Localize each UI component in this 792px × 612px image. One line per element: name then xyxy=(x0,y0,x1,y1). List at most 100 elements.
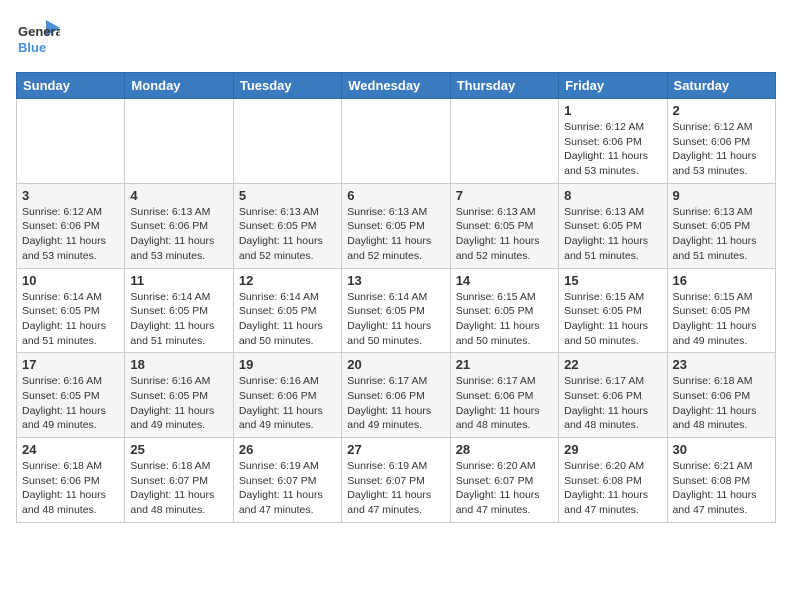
day-info: Sunrise: 6:12 AM Sunset: 6:06 PM Dayligh… xyxy=(564,120,661,179)
day-cell: 5 Sunrise: 6:13 AM Sunset: 6:05 PM Daylig… xyxy=(233,183,341,268)
day-number: 24 xyxy=(22,442,119,457)
day-info: Sunrise: 6:17 AM Sunset: 6:06 PM Dayligh… xyxy=(456,374,553,433)
day-cell: 1 Sunrise: 6:12 AM Sunset: 6:06 PM Daylig… xyxy=(559,99,667,184)
logo: GeneralBlue xyxy=(16,16,60,60)
day-cell: 14 Sunrise: 6:15 AM Sunset: 6:05 PM Dayli… xyxy=(450,268,558,353)
day-cell xyxy=(17,99,125,184)
day-cell: 13Sunrise: 6:14 AM Sunset: 6:05 PM Dayli… xyxy=(342,268,450,353)
day-info: Sunrise: 6:14 AM Sunset: 6:05 PM Dayligh… xyxy=(239,290,336,349)
day-cell: 20 Sunrise: 6:17 AM Sunset: 6:06 PM Dayli… xyxy=(342,353,450,438)
day-cell: 12 Sunrise: 6:14 AM Sunset: 6:05 PM Dayli… xyxy=(233,268,341,353)
day-cell: 26Sunrise: 6:19 AM Sunset: 6:07 PM Dayli… xyxy=(233,438,341,523)
day-info: Sunrise: 6:20 AM Sunset: 6:08 PM Dayligh… xyxy=(564,459,661,518)
day-info: Sunrise: 6:19 AM Sunset: 6:07 PM Dayligh… xyxy=(239,459,336,518)
logo-svg: GeneralBlue xyxy=(16,16,60,60)
day-cell: 15 Sunrise: 6:15 AM Sunset: 6:05 PM Dayli… xyxy=(559,268,667,353)
day-info: Sunrise: 6:20 AM Sunset: 6:07 PM Dayligh… xyxy=(456,459,553,518)
day-number: 15 xyxy=(564,273,661,288)
day-cell: 23 Sunrise: 6:18 AM Sunset: 6:06 PM Dayli… xyxy=(667,353,775,438)
day-number: 17 xyxy=(22,357,119,372)
day-cell: 6 Sunrise: 6:13 AM Sunset: 6:05 PM Daylig… xyxy=(342,183,450,268)
day-number: 20 xyxy=(347,357,444,372)
weekday-header-sunday: Sunday xyxy=(17,73,125,99)
day-number: 4 xyxy=(130,188,227,203)
day-cell: 28 Sunrise: 6:20 AM Sunset: 6:07 PM Dayli… xyxy=(450,438,558,523)
day-number: 9 xyxy=(673,188,770,203)
day-cell: 4 Sunrise: 6:13 AM Sunset: 6:06 PM Daylig… xyxy=(125,183,233,268)
day-number: 28 xyxy=(456,442,553,457)
day-info: Sunrise: 6:16 AM Sunset: 6:05 PM Dayligh… xyxy=(130,374,227,433)
day-cell: 19 Sunrise: 6:16 AM Sunset: 6:06 PM Dayli… xyxy=(233,353,341,438)
day-cell: 18 Sunrise: 6:16 AM Sunset: 6:05 PM Dayli… xyxy=(125,353,233,438)
day-cell xyxy=(342,99,450,184)
day-info: Sunrise: 6:13 AM Sunset: 6:05 PM Dayligh… xyxy=(239,205,336,264)
day-number: 14 xyxy=(456,273,553,288)
day-info: Sunrise: 6:18 AM Sunset: 6:07 PM Dayligh… xyxy=(130,459,227,518)
calendar-body: 1 Sunrise: 6:12 AM Sunset: 6:06 PM Daylig… xyxy=(17,99,776,523)
day-number: 23 xyxy=(673,357,770,372)
day-info: Sunrise: 6:13 AM Sunset: 6:05 PM Dayligh… xyxy=(564,205,661,264)
day-cell: 7 Sunrise: 6:13 AM Sunset: 6:05 PM Daylig… xyxy=(450,183,558,268)
day-info: Sunrise: 6:17 AM Sunset: 6:06 PM Dayligh… xyxy=(347,374,444,433)
weekday-header-saturday: Saturday xyxy=(667,73,775,99)
weekday-header-tuesday: Tuesday xyxy=(233,73,341,99)
day-info: Sunrise: 6:12 AM Sunset: 6:06 PM Dayligh… xyxy=(22,205,119,264)
day-cell: 8 Sunrise: 6:13 AM Sunset: 6:05 PM Daylig… xyxy=(559,183,667,268)
day-cell xyxy=(125,99,233,184)
svg-text:General: General xyxy=(18,24,60,39)
week-row-5: 24 Sunrise: 6:18 AM Sunset: 6:06 PM Dayli… xyxy=(17,438,776,523)
day-number: 29 xyxy=(564,442,661,457)
day-info: Sunrise: 6:12 AM Sunset: 6:06 PM Dayligh… xyxy=(673,120,770,179)
day-number: 30 xyxy=(673,442,770,457)
week-row-3: 10Sunrise: 6:14 AM Sunset: 6:05 PM Dayli… xyxy=(17,268,776,353)
day-info: Sunrise: 6:21 AM Sunset: 6:08 PM Dayligh… xyxy=(673,459,770,518)
day-number: 19 xyxy=(239,357,336,372)
day-number: 12 xyxy=(239,273,336,288)
day-number: 5 xyxy=(239,188,336,203)
day-info: Sunrise: 6:15 AM Sunset: 6:05 PM Dayligh… xyxy=(564,290,661,349)
weekday-header-thursday: Thursday xyxy=(450,73,558,99)
week-row-1: 1 Sunrise: 6:12 AM Sunset: 6:06 PM Daylig… xyxy=(17,99,776,184)
day-info: Sunrise: 6:14 AM Sunset: 6:05 PM Dayligh… xyxy=(130,290,227,349)
day-cell: 11Sunrise: 6:14 AM Sunset: 6:05 PM Dayli… xyxy=(125,268,233,353)
day-cell: 2 Sunrise: 6:12 AM Sunset: 6:06 PM Daylig… xyxy=(667,99,775,184)
day-info: Sunrise: 6:13 AM Sunset: 6:05 PM Dayligh… xyxy=(673,205,770,264)
day-info: Sunrise: 6:14 AM Sunset: 6:05 PM Dayligh… xyxy=(347,290,444,349)
day-number: 8 xyxy=(564,188,661,203)
svg-text:Blue: Blue xyxy=(18,40,46,55)
day-number: 27 xyxy=(347,442,444,457)
weekday-header-monday: Monday xyxy=(125,73,233,99)
day-cell: 17 Sunrise: 6:16 AM Sunset: 6:05 PM Dayli… xyxy=(17,353,125,438)
day-info: Sunrise: 6:17 AM Sunset: 6:06 PM Dayligh… xyxy=(564,374,661,433)
day-cell: 21 Sunrise: 6:17 AM Sunset: 6:06 PM Dayli… xyxy=(450,353,558,438)
day-number: 18 xyxy=(130,357,227,372)
day-info: Sunrise: 6:15 AM Sunset: 6:05 PM Dayligh… xyxy=(456,290,553,349)
day-info: Sunrise: 6:16 AM Sunset: 6:06 PM Dayligh… xyxy=(239,374,336,433)
page-header: GeneralBlue xyxy=(16,16,776,60)
day-cell xyxy=(450,99,558,184)
day-number: 25 xyxy=(130,442,227,457)
weekday-header-friday: Friday xyxy=(559,73,667,99)
day-info: Sunrise: 6:13 AM Sunset: 6:05 PM Dayligh… xyxy=(347,205,444,264)
day-info: Sunrise: 6:16 AM Sunset: 6:05 PM Dayligh… xyxy=(22,374,119,433)
day-number: 3 xyxy=(22,188,119,203)
day-number: 21 xyxy=(456,357,553,372)
day-info: Sunrise: 6:18 AM Sunset: 6:06 PM Dayligh… xyxy=(673,374,770,433)
weekday-header-wednesday: Wednesday xyxy=(342,73,450,99)
day-number: 22 xyxy=(564,357,661,372)
day-cell: 30 Sunrise: 6:21 AM Sunset: 6:08 PM Dayli… xyxy=(667,438,775,523)
day-info: Sunrise: 6:15 AM Sunset: 6:05 PM Dayligh… xyxy=(673,290,770,349)
day-cell: 22 Sunrise: 6:17 AM Sunset: 6:06 PM Dayli… xyxy=(559,353,667,438)
day-number: 16 xyxy=(673,273,770,288)
day-number: 1 xyxy=(564,103,661,118)
day-info: Sunrise: 6:13 AM Sunset: 6:06 PM Dayligh… xyxy=(130,205,227,264)
day-cell: 9 Sunrise: 6:13 AM Sunset: 6:05 PM Daylig… xyxy=(667,183,775,268)
day-number: 6 xyxy=(347,188,444,203)
day-number: 2 xyxy=(673,103,770,118)
day-info: Sunrise: 6:13 AM Sunset: 6:05 PM Dayligh… xyxy=(456,205,553,264)
day-cell: 16 Sunrise: 6:15 AM Sunset: 6:05 PM Dayli… xyxy=(667,268,775,353)
day-info: Sunrise: 6:18 AM Sunset: 6:06 PM Dayligh… xyxy=(22,459,119,518)
day-cell: 24 Sunrise: 6:18 AM Sunset: 6:06 PM Dayli… xyxy=(17,438,125,523)
day-number: 7 xyxy=(456,188,553,203)
day-cell: 25 Sunrise: 6:18 AM Sunset: 6:07 PM Dayli… xyxy=(125,438,233,523)
